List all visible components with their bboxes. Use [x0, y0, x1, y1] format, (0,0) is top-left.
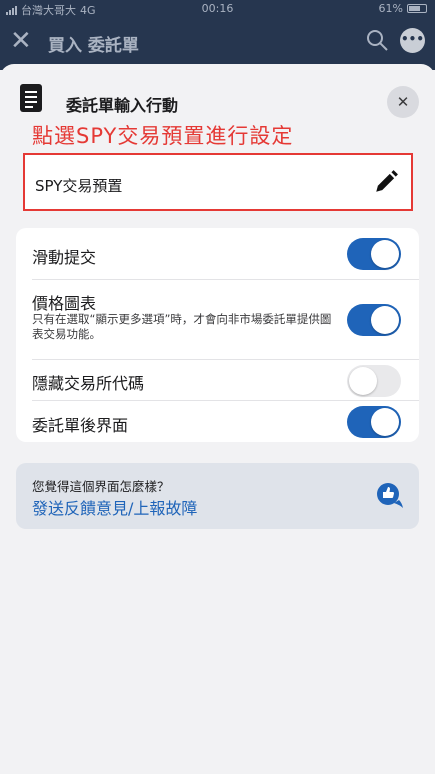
hide-exchange-label: 隱藏交易所代碼 — [32, 374, 145, 393]
row-hide-exchange: 隱藏交易所代碼 — [16, 360, 419, 401]
toggle-knob — [371, 408, 399, 436]
spy-trade-preset-row[interactable]: SPY交易預置 — [23, 153, 413, 211]
settings-card: 滑動提交 價格圖表 只有在選取“顯示更多選項”時，才會向非市場委託單提供圖表交易… — [16, 228, 419, 442]
toggle-knob — [349, 367, 377, 395]
status-bar: 台灣大哥大 4G 00:16 61% — [0, 0, 435, 18]
battery-icon — [407, 4, 427, 13]
annotation-text: 點選SPY交易預置進行設定 — [32, 124, 294, 148]
status-time: 00:16 — [201, 2, 234, 15]
price-chart-toggle[interactable] — [347, 304, 401, 336]
page-title: 買入 委託單 — [48, 36, 139, 56]
nav-bar: ✕ 買入 委託單 ••• — [0, 22, 435, 62]
status-right: 61% — [379, 2, 427, 15]
row-swipe-submit: 滑動提交 — [16, 228, 419, 280]
close-icon[interactable]: ✕ — [10, 28, 32, 54]
price-chart-description: 只有在選取“顯示更多選項”時，才會向非市場委託單提供圖表交易功能。 — [32, 312, 332, 341]
toggle-knob — [371, 306, 399, 334]
hide-exchange-toggle[interactable] — [347, 365, 401, 397]
row-post-order: 委託單後界面 — [16, 401, 419, 442]
battery-percent: 61% — [378, 2, 403, 15]
order-document-icon — [20, 84, 42, 112]
feedback-question: 您覺得這個界面怎麼樣？ — [32, 479, 170, 494]
pencil-icon[interactable] — [373, 169, 399, 195]
feedback-card: 您覺得這個界面怎麼樣？ 發送反饋意見/上報故障 — [16, 463, 419, 529]
post-order-label: 委託單後界面 — [32, 416, 129, 435]
feedback-chat-icon[interactable] — [375, 481, 405, 511]
feedback-link[interactable]: 發送反饋意見/上報故障 — [32, 495, 197, 519]
more-options-icon[interactable]: ••• — [400, 28, 425, 53]
row-price-chart: 價格圖表 只有在選取“顯示更多選項”時，才會向非市場委託單提供圖表交易功能。 — [16, 280, 419, 360]
post-order-toggle[interactable] — [347, 406, 401, 438]
search-icon[interactable] — [365, 28, 389, 52]
order-actions-sheet: 委託單輸入行動 ✕ 點選SPY交易預置進行設定 SPY交易預置 滑動提交 價格圖… — [0, 64, 435, 774]
price-chart-label: 價格圖表 — [32, 294, 97, 313]
sheet-title: 委託單輸入行動 — [66, 96, 179, 115]
sheet-close-button[interactable]: ✕ — [387, 86, 419, 118]
preset-label: SPY交易預置 — [35, 177, 123, 195]
toggle-knob — [371, 240, 399, 268]
swipe-submit-label: 滑動提交 — [32, 248, 97, 267]
swipe-submit-toggle[interactable] — [347, 238, 401, 270]
